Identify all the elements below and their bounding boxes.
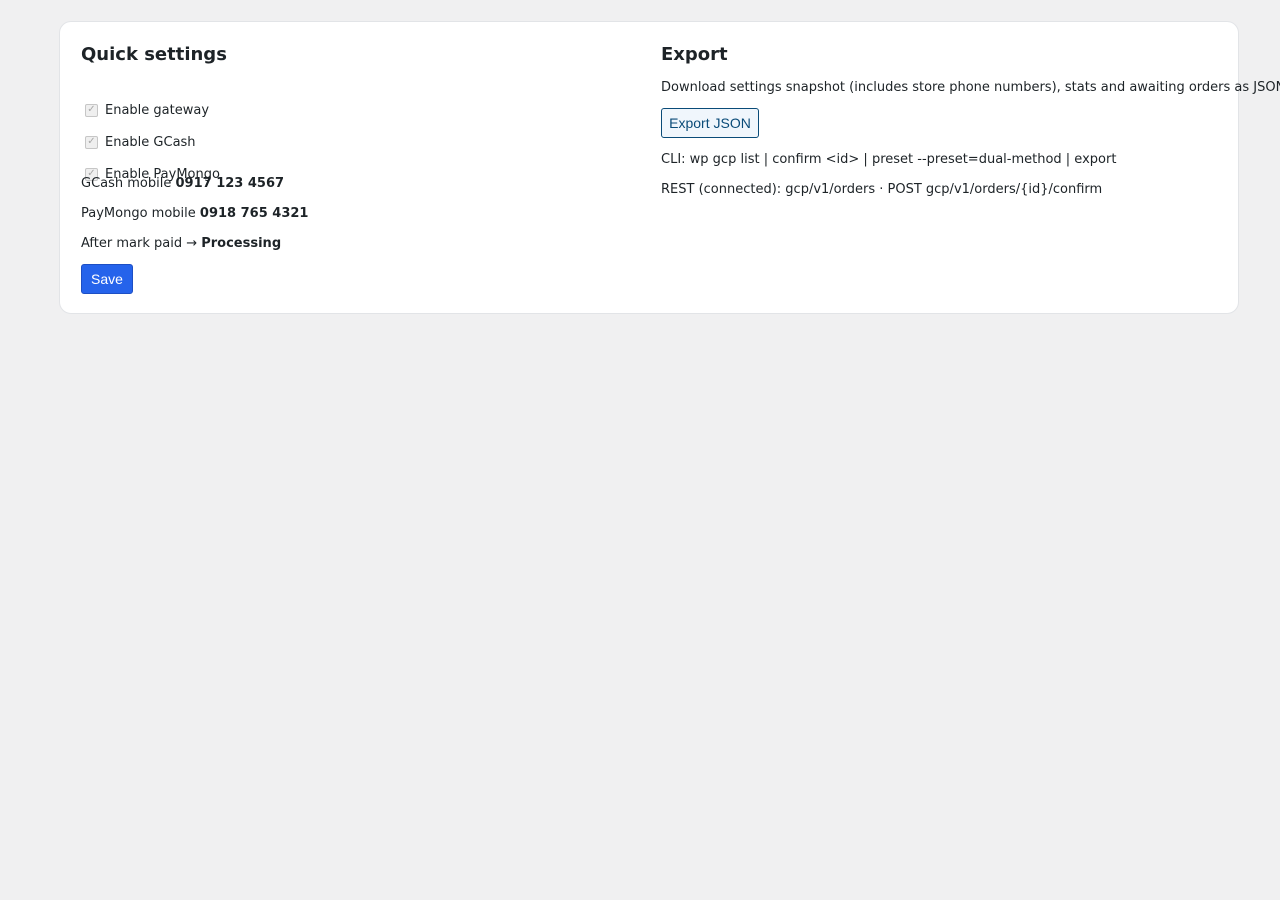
settings-card: Quick settings ✓ Enable gateway ✓ Enable… <box>59 21 1280 314</box>
enable-gcash-checkbox[interactable]: ✓ <box>85 135 98 149</box>
enable-gcash-label: Enable GCash <box>105 134 196 150</box>
gcash-mobile-value: 0917 123 4567 <box>175 176 285 191</box>
paymongo-mobile-row: PayMongo mobile 0918 765 4321 <box>81 204 308 224</box>
enable-gateway-checkbox[interactable]: ✓ <box>85 103 98 117</box>
paymongo-mobile-value: 0918 765 4321 <box>199 206 309 221</box>
export-json-button[interactable]: Export JSON <box>661 108 759 138</box>
enable-gateway-toggle[interactable]: ✓ Enable gateway <box>81 100 209 120</box>
export-description: Download settings snapshot (includes sto… <box>661 80 1280 95</box>
quick-settings-title: Quick settings <box>81 44 227 65</box>
export-title: Export <box>661 44 728 65</box>
after-mark-paid-value: Processing <box>201 236 282 251</box>
rest-endpoints-text: REST (connected): gcp/v1/orders · POST g… <box>661 182 1103 197</box>
gcash-mobile-row: GCash mobile 0917 123 4567 <box>81 174 284 194</box>
after-mark-paid-label: After mark paid → <box>81 236 198 251</box>
enable-gateway-label: Enable gateway <box>105 102 210 118</box>
cli-commands-text: CLI: wp gcp list | confirm <id> | preset… <box>661 152 1117 167</box>
save-button[interactable]: Save <box>81 264 133 294</box>
after-mark-paid-row: After mark paid → Processing <box>81 234 281 254</box>
enable-gcash-toggle[interactable]: ✓ Enable GCash <box>81 132 196 152</box>
paymongo-mobile-label: PayMongo mobile <box>81 206 196 221</box>
gcash-mobile-label: GCash mobile <box>81 176 172 191</box>
